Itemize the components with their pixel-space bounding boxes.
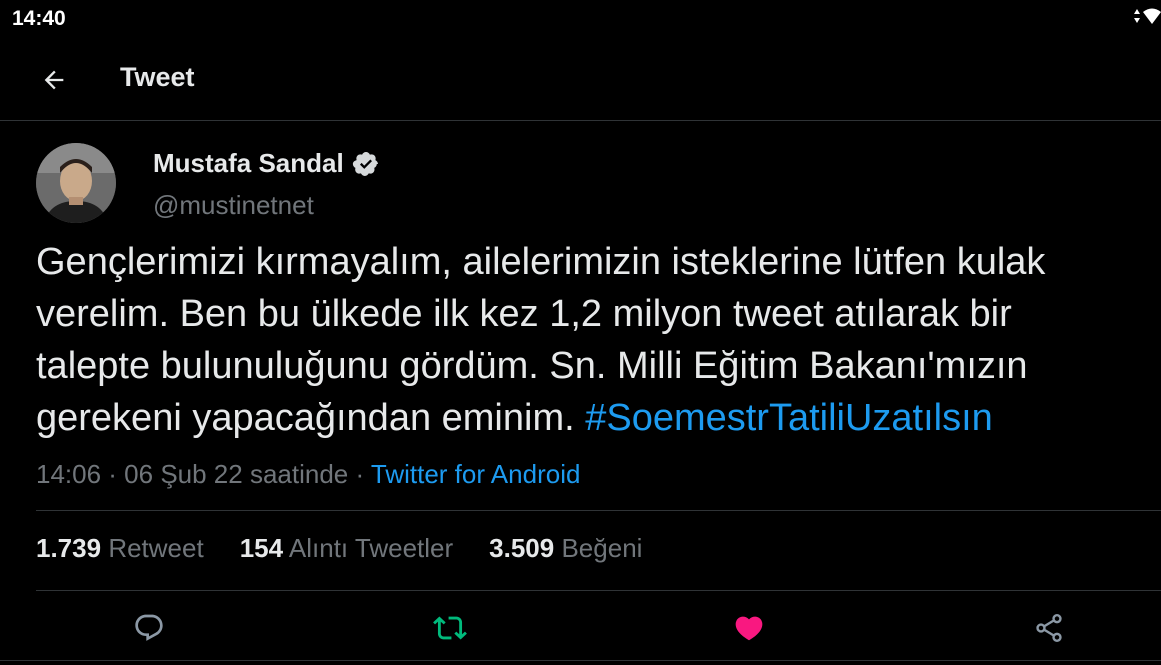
author-name-row[interactable]: Mustafa Sandal <box>153 148 380 179</box>
tweet-text-line: Gençlerimizi kırmayalım, ailelerimizin i… <box>36 241 1046 283</box>
tweet-source-link[interactable]: Twitter for Android <box>371 459 581 489</box>
back-arrow-icon <box>44 70 64 90</box>
page-title: Tweet <box>120 62 195 92</box>
author-name: Mustafa Sandal <box>153 148 344 178</box>
likes-stat[interactable]: 3.509 Beğeni <box>489 533 642 564</box>
share-icon <box>1036 614 1062 642</box>
author-handle[interactable]: @mustinetnet <box>153 190 314 221</box>
retweet-count: 1.739 <box>36 533 102 563</box>
tweet-text: Gençlerimizi kırmayalım, ailelerimizin i… <box>36 236 1161 444</box>
tweet-stats: 1.739 Retweet 154 Alıntı Tweetler 3.509 … <box>36 533 678 564</box>
verified-badge-icon <box>352 151 378 176</box>
tweet-text-fragment: gerekeni yapacağından eminim. <box>36 397 586 439</box>
divider <box>0 660 1161 661</box>
signal-icon <box>1131 6 1161 30</box>
share-button[interactable] <box>1027 606 1071 650</box>
quote-label: Alıntı Tweetler <box>288 533 454 563</box>
reply-icon <box>135 614 163 641</box>
tweet-actions <box>0 600 1161 655</box>
retweet-button[interactable] <box>428 606 472 650</box>
back-button[interactable] <box>30 60 78 100</box>
like-label: Beğeni <box>561 533 643 563</box>
tweet-text-line: verelim. Ben bu ülkede ilk kez 1,2 milyo… <box>36 293 1012 335</box>
quotes-stat[interactable]: 154 Alıntı Tweetler <box>240 533 453 564</box>
like-count: 3.509 <box>489 533 555 563</box>
like-button[interactable] <box>727 606 771 650</box>
like-icon <box>735 616 763 641</box>
retweet-icon <box>433 616 467 640</box>
top-app-bar: Tweet <box>0 38 1161 121</box>
status-time: 14:40 <box>12 7 66 30</box>
tweet-text-line: talepte bulunuluğunu gördüm. Sn. Milli E… <box>36 345 1028 387</box>
retweet-label: Retweet <box>108 533 204 563</box>
quote-count: 154 <box>239 533 284 563</box>
retweets-stat[interactable]: 1.739 Retweet <box>36 533 204 564</box>
avatar[interactable] <box>36 143 116 223</box>
status-bar: 14:40 <box>0 0 1161 36</box>
divider <box>36 590 1161 591</box>
tweet-text-line-last: gerekeni yapacağından eminim. #SoemestrT… <box>36 392 1161 444</box>
hashtag-link[interactable]: #SoemestrTatiliUzatılsın <box>585 397 993 439</box>
divider <box>36 510 1161 511</box>
tweet-meta: 14:06 · 06 Şub 22 saatinde · Twitter for… <box>36 459 580 490</box>
tweet-timestamp[interactable]: 14:06 · 06 Şub 22 saatinde · <box>36 459 371 489</box>
reply-button[interactable] <box>127 606 171 650</box>
